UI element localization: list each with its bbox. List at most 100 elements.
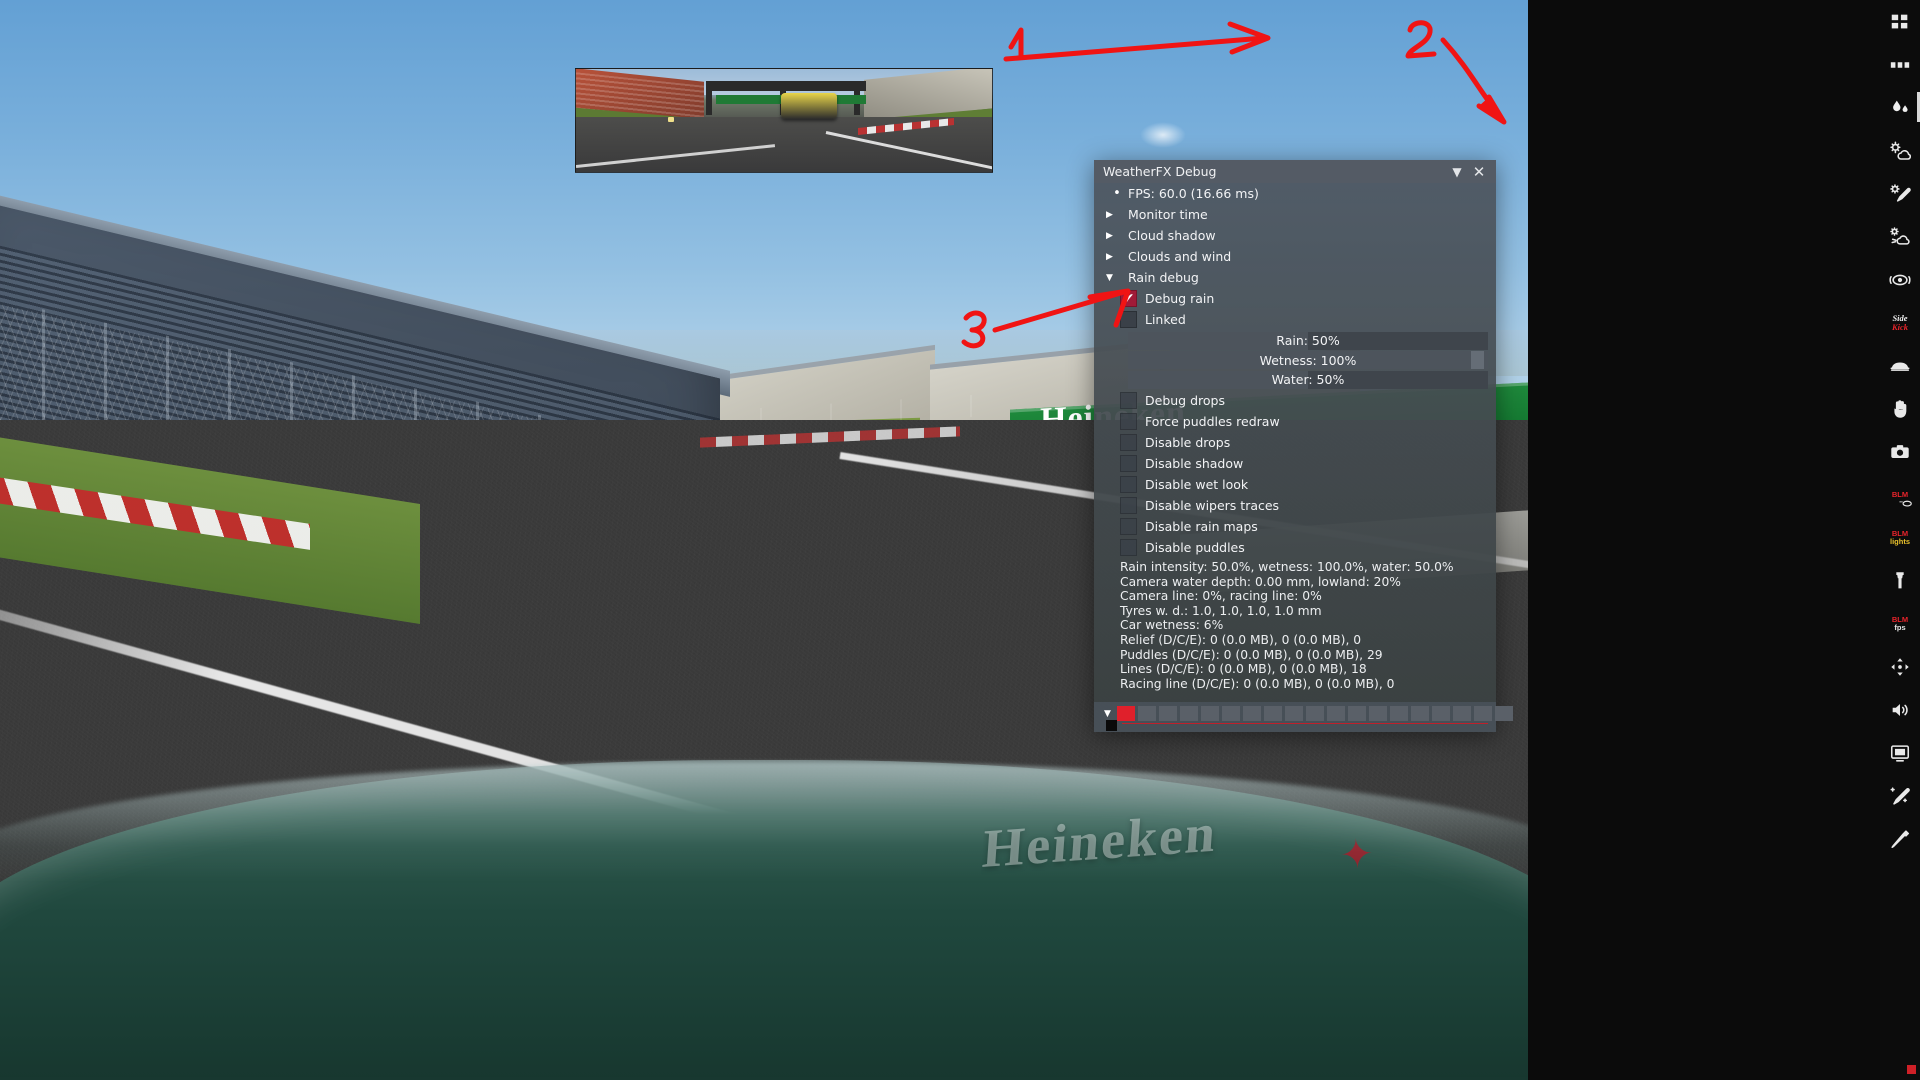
option-disable-puddles[interactable]: Disable puddles bbox=[1094, 537, 1496, 558]
color-swatch[interactable] bbox=[1158, 706, 1177, 721]
option-disable-rain-maps[interactable]: Disable rain maps bbox=[1094, 516, 1496, 537]
checkbox-debug-rain[interactable]: ✔ Debug rain bbox=[1094, 288, 1496, 309]
checkbox-box[interactable]: ✔ bbox=[1120, 290, 1137, 307]
water-drops-icon[interactable] bbox=[1880, 86, 1920, 129]
stats-line: Camera line: 0%, racing line: 0% bbox=[1120, 589, 1322, 604]
checkbox-box[interactable] bbox=[1120, 311, 1137, 328]
mirror-car bbox=[781, 93, 837, 119]
blm-label: BLM bbox=[1891, 489, 1909, 499]
car-setup-icon[interactable] bbox=[1880, 344, 1920, 387]
checkbox-box[interactable] bbox=[1120, 434, 1137, 451]
bullet-icon: • bbox=[1113, 186, 1121, 201]
slider-water[interactable]: Water: 50% bbox=[1128, 370, 1488, 389]
checkbox-box[interactable] bbox=[1120, 476, 1137, 493]
color-swatch[interactable] bbox=[1431, 706, 1450, 721]
chevron-right-icon[interactable]: ▶ bbox=[1106, 210, 1128, 220]
tree-item-cloud-shadow[interactable]: ▶ Cloud shadow bbox=[1094, 225, 1496, 246]
color-swatch[interactable] bbox=[1221, 706, 1240, 721]
color-swatch-strip[interactable] bbox=[1116, 706, 1513, 721]
color-swatch[interactable] bbox=[1473, 706, 1492, 721]
window-footer[interactable]: ▼ bbox=[1094, 702, 1513, 732]
screen-icon[interactable] bbox=[1880, 731, 1920, 774]
window-title: WeatherFX Debug bbox=[1103, 164, 1217, 179]
wand-icon[interactable] bbox=[1880, 774, 1920, 817]
option-debug-drops[interactable]: Debug drops bbox=[1094, 390, 1496, 411]
pen-icon[interactable] bbox=[1880, 817, 1920, 860]
stats-line: Car wetness: 6% bbox=[1120, 618, 1224, 633]
option-label: Disable wet look bbox=[1145, 477, 1249, 492]
sidekick-icon[interactable]: Side Kick bbox=[1880, 301, 1920, 344]
blm-fps-icon[interactable]: BLM fps bbox=[1880, 602, 1920, 645]
blm-lights-icon[interactable]: BLM lights bbox=[1880, 516, 1920, 559]
window-titlebar[interactable]: WeatherFX Debug ▼ ✕ bbox=[1094, 160, 1496, 183]
color-swatch[interactable] bbox=[1347, 706, 1366, 721]
checkbox-box[interactable] bbox=[1120, 413, 1137, 430]
option-label: Disable shadow bbox=[1145, 456, 1244, 471]
record-square-icon[interactable] bbox=[1907, 1065, 1916, 1074]
checkbox-label: Debug rain bbox=[1145, 291, 1215, 306]
bonnet-star-icon: ✦ bbox=[1338, 830, 1376, 880]
color-swatch[interactable] bbox=[1326, 706, 1345, 721]
apps-toolbar: Side Kick BLM BLM lights BLM fps bbox=[1528, 0, 1920, 1080]
checkbox-linked[interactable]: Linked bbox=[1094, 309, 1496, 330]
check-icon: ✔ bbox=[1122, 290, 1135, 307]
stats-line: Relief (D/C/E): 0 (0.0 MB), 0 (0.0 MB), … bbox=[1120, 632, 1362, 647]
black-swatch[interactable] bbox=[1106, 720, 1117, 731]
fps-row: • FPS: 60.0 (16.66 ms) bbox=[1094, 183, 1496, 204]
color-swatch[interactable] bbox=[1137, 706, 1156, 721]
tree-item-rain-debug[interactable]: ▼ Rain debug bbox=[1094, 267, 1496, 288]
checkbox-box[interactable] bbox=[1120, 518, 1137, 535]
weather-brush-icon[interactable] bbox=[1880, 172, 1920, 215]
apps-grid-icon[interactable] bbox=[1880, 0, 1920, 43]
slider-wetness[interactable]: Wetness: 100% bbox=[1128, 351, 1488, 369]
slider-rain[interactable]: Rain: 50% bbox=[1128, 331, 1488, 350]
option-label: Debug drops bbox=[1145, 393, 1225, 408]
color-swatch[interactable] bbox=[1284, 706, 1303, 721]
color-swatch[interactable] bbox=[1410, 706, 1429, 721]
checkbox-label: Linked bbox=[1145, 312, 1186, 327]
camera-icon[interactable] bbox=[1880, 430, 1920, 473]
three-blocks-icon[interactable] bbox=[1880, 43, 1920, 86]
eye-surround-icon[interactable] bbox=[1880, 258, 1920, 301]
color-swatch[interactable] bbox=[1305, 706, 1324, 721]
chevron-right-icon[interactable]: ▶ bbox=[1106, 231, 1128, 241]
volume-icon[interactable] bbox=[1880, 688, 1920, 731]
virtual-rearview-mirror bbox=[575, 68, 993, 173]
color-swatch[interactable] bbox=[1263, 706, 1282, 721]
color-swatch[interactable] bbox=[1116, 706, 1135, 721]
chevron-down-icon[interactable]: ▼ bbox=[1106, 273, 1128, 283]
color-swatch[interactable] bbox=[1200, 706, 1219, 721]
option-disable-wet-look[interactable]: Disable wet look bbox=[1094, 474, 1496, 495]
tree-item-clouds-and-wind[interactable]: ▶ Clouds and wind bbox=[1094, 246, 1496, 267]
weather-fx-icon[interactable] bbox=[1880, 215, 1920, 258]
close-icon[interactable]: ✕ bbox=[1468, 162, 1490, 182]
color-swatch[interactable] bbox=[1494, 706, 1513, 721]
option-disable-drops[interactable]: Disable drops bbox=[1094, 432, 1496, 453]
tree-item-label: Cloud shadow bbox=[1128, 228, 1216, 243]
weatherfx-debug-window[interactable]: WeatherFX Debug ▼ ✕ • FPS: 60.0 (16.66 m… bbox=[1094, 160, 1513, 732]
checkbox-box[interactable] bbox=[1120, 539, 1137, 556]
option-disable-wipers-traces[interactable]: Disable wipers traces bbox=[1094, 495, 1496, 516]
option-disable-shadow[interactable]: Disable shadow bbox=[1094, 453, 1496, 474]
chevron-down-icon[interactable]: ▼ bbox=[1104, 709, 1111, 719]
weather-clouds-icon[interactable] bbox=[1880, 129, 1920, 172]
color-swatch[interactable] bbox=[1179, 706, 1198, 721]
checkbox-box[interactable] bbox=[1120, 497, 1137, 514]
blm-helmet-icon[interactable]: BLM bbox=[1880, 473, 1920, 516]
slider-knob[interactable] bbox=[1471, 351, 1484, 369]
apps-toolbar-strip[interactable]: Side Kick BLM BLM lights BLM fps bbox=[1880, 0, 1920, 1080]
chevron-right-icon[interactable]: ▶ bbox=[1106, 252, 1128, 262]
blm-fps-label: BLM fps bbox=[1891, 614, 1909, 632]
color-swatch[interactable] bbox=[1368, 706, 1387, 721]
hand-icon[interactable] bbox=[1880, 387, 1920, 430]
checkbox-box[interactable] bbox=[1120, 455, 1137, 472]
checkbox-box[interactable] bbox=[1120, 392, 1137, 409]
flashlight-icon[interactable] bbox=[1880, 559, 1920, 602]
color-swatch[interactable] bbox=[1242, 706, 1261, 721]
tree-item-monitor-time[interactable]: ▶ Monitor time bbox=[1094, 204, 1496, 225]
move-arrows-icon[interactable] bbox=[1880, 645, 1920, 688]
chevron-down-icon[interactable]: ▼ bbox=[1446, 162, 1468, 182]
option-force-puddles-redraw[interactable]: Force puddles redraw bbox=[1094, 411, 1496, 432]
color-swatch[interactable] bbox=[1389, 706, 1408, 721]
color-swatch[interactable] bbox=[1452, 706, 1471, 721]
